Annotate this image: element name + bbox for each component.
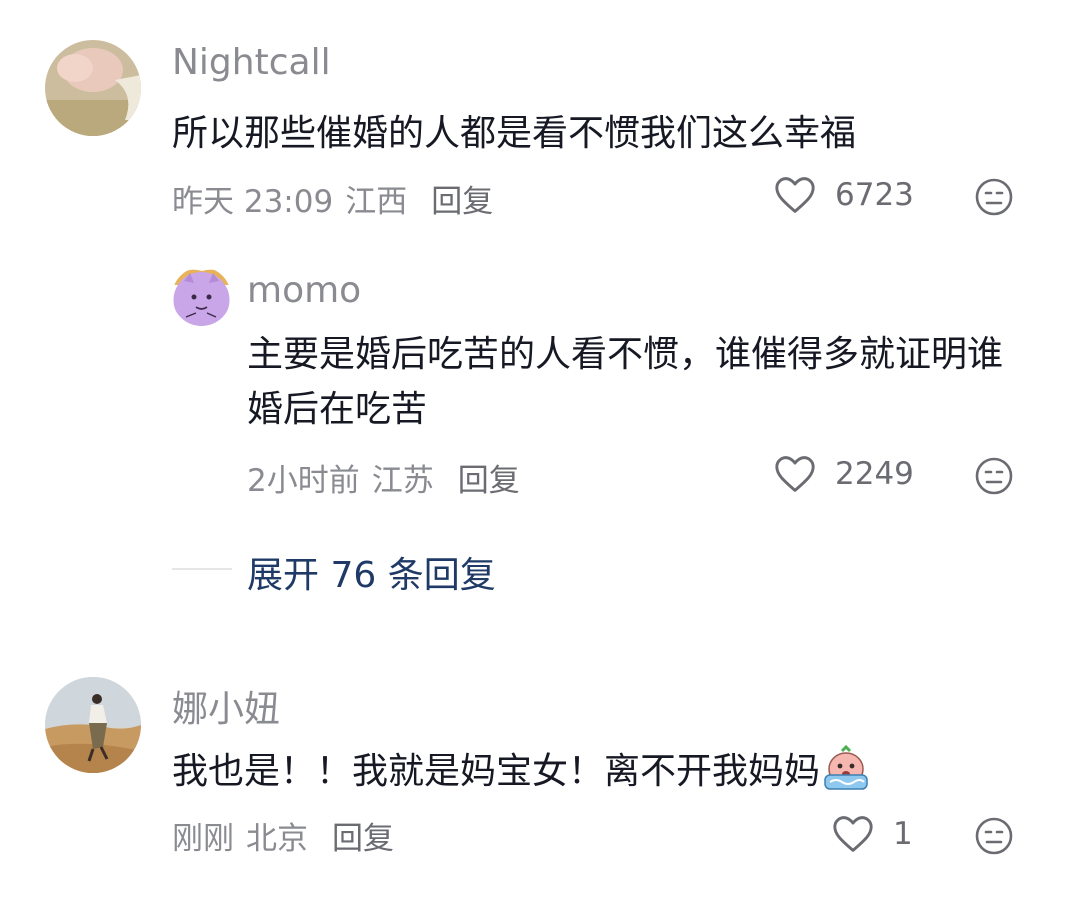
comment-text-body: 我也是！！我就是妈宝女！离不开我妈妈 <box>172 751 821 792</box>
comment-time: 昨天 23:09 <box>172 184 334 220</box>
comment-location: 江西 <box>345 184 408 220</box>
like-button[interactable]: 6723 <box>773 175 914 215</box>
like-button[interactable]: 1 <box>831 814 913 854</box>
expand-replies-button[interactable]: 展开 76 条回复 <box>247 546 496 598</box>
comment-meta: 2小时前 江苏 回复 <box>247 455 520 500</box>
comment-location: 北京 <box>246 821 308 857</box>
crying-emoji-icon <box>822 744 870 807</box>
comment-text[interactable]: 主要是婚后吃苦的人看不惯，谁催得多就证明谁婚后在吃苦 <box>247 327 1017 437</box>
desert-photo-avatar-icon <box>45 677 141 773</box>
dislike-button[interactable] <box>974 177 1014 221</box>
heart-icon <box>833 816 873 852</box>
dislike-face-icon <box>975 817 1013 855</box>
purple-cartoon-avatar-icon <box>172 267 231 326</box>
comment-text[interactable]: 我也是！！我就是妈宝女！离不开我妈妈 <box>172 744 1032 807</box>
like-count: 6723 <box>835 177 914 213</box>
reply-button[interactable]: 回复 <box>431 184 493 220</box>
reply-button[interactable]: 回复 <box>332 821 394 857</box>
comment-meta: 昨天 23:09 江西 回复 <box>172 176 493 221</box>
avatar[interactable] <box>45 40 141 136</box>
comment-time: 刚刚 <box>172 821 234 857</box>
reply-button[interactable]: 回复 <box>458 463 520 499</box>
dislike-button[interactable] <box>974 816 1014 860</box>
like-button[interactable]: 2249 <box>773 454 914 494</box>
avatar-photo-icon <box>45 40 141 136</box>
dislike-button[interactable] <box>974 456 1014 500</box>
comment-text[interactable]: 所以那些催婚的人都是看不惯我们这么幸福 <box>172 106 1032 161</box>
comment-location: 江苏 <box>371 463 434 499</box>
heart-icon <box>775 456 815 492</box>
comment-time: 2小时前 <box>247 463 360 499</box>
comment-username[interactable]: Nightcall <box>172 42 331 83</box>
avatar[interactable] <box>172 267 231 326</box>
dislike-face-icon <box>975 457 1013 495</box>
like-count: 2249 <box>835 456 914 492</box>
like-count: 1 <box>893 816 913 852</box>
comment-username[interactable]: 娜小妞 <box>172 680 280 732</box>
expand-divider <box>172 568 232 570</box>
avatar[interactable] <box>45 677 141 773</box>
comment-username[interactable]: momo <box>247 270 361 311</box>
heart-icon <box>775 177 815 213</box>
dislike-face-icon <box>975 178 1013 216</box>
comment-meta: 刚刚 北京 回复 <box>172 813 394 858</box>
